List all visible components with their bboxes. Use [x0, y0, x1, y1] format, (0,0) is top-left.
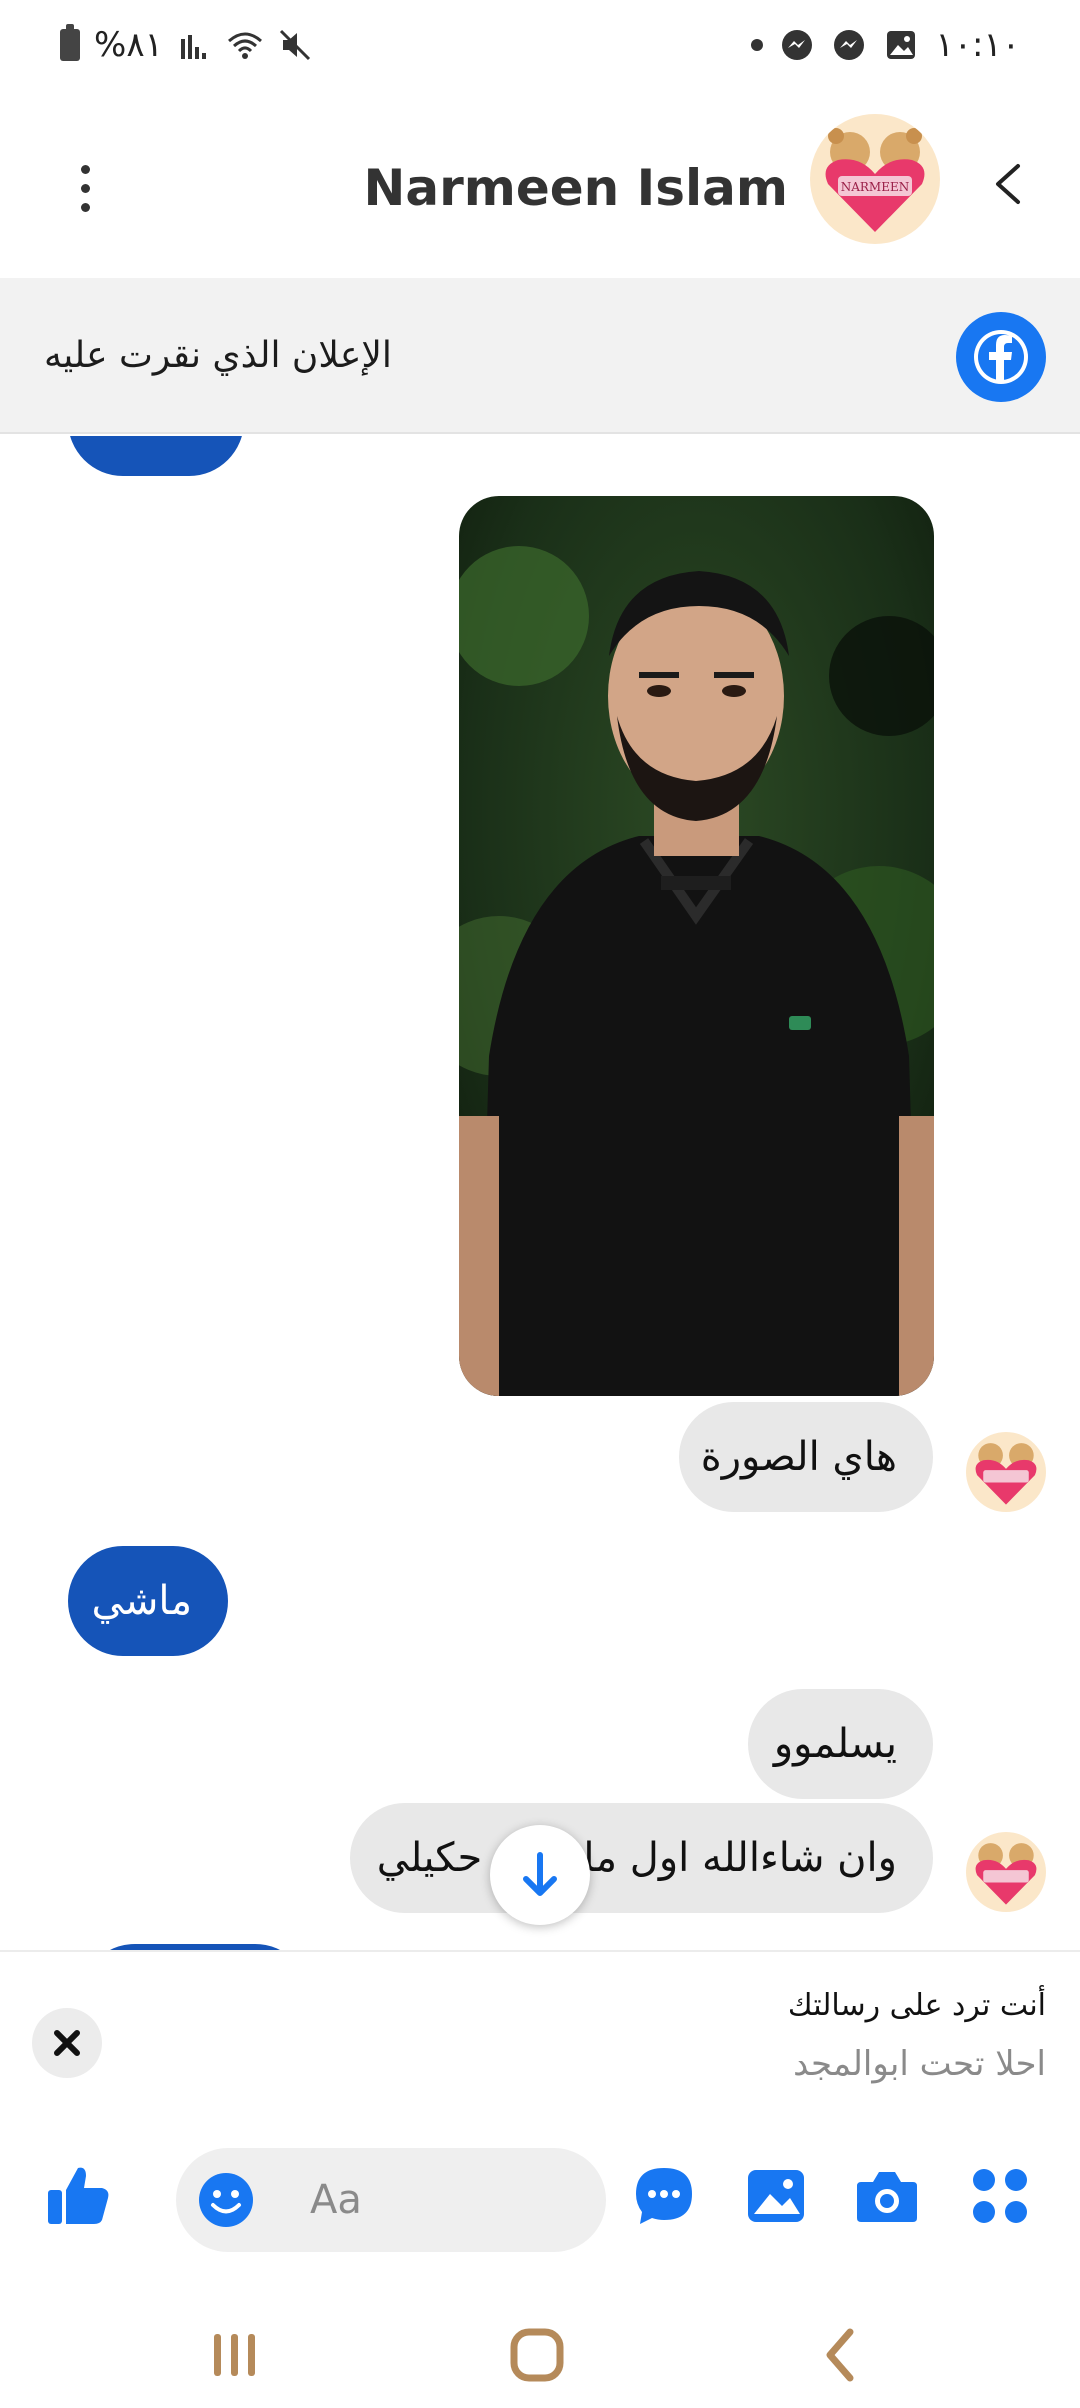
partial-outgoing-bubble	[68, 436, 244, 476]
reply-title: أنت ترد على رسالتك	[787, 1988, 1046, 2023]
back-arrow-icon[interactable]	[980, 144, 1040, 224]
svg-text:NARMEEN: NARMEEN	[841, 180, 910, 194]
messenger-icon	[782, 30, 813, 60]
notification-dot-icon	[751, 39, 764, 51]
more-options-button[interactable]	[60, 152, 110, 224]
outgoing-message-bubble[interactable]: ماشي	[68, 1546, 228, 1656]
contact-avatar-small[interactable]	[966, 1832, 1046, 1912]
recent-apps-icon[interactable]	[200, 2320, 270, 2390]
status-left: %٨١	[60, 22, 313, 68]
reply-quoted-text: احلا تحت ابوالمجد	[793, 2044, 1046, 2084]
contact-avatar[interactable]: NARMEEN	[810, 114, 940, 244]
cancel-reply-button[interactable]	[32, 2008, 102, 2078]
emoji-icon[interactable]	[196, 2170, 256, 2230]
signal-icon	[180, 35, 206, 59]
facebook-icon	[956, 312, 1046, 402]
status-bar: %٨١ ١٠:١٠	[0, 0, 1080, 90]
thumbs-up-icon[interactable]	[42, 2160, 114, 2232]
incoming-message-bubble[interactable]: وان شاءالله اول ما ت... حكيلي	[350, 1803, 933, 1913]
clock: ١٠:١٠	[935, 25, 1020, 65]
gallery-icon	[887, 31, 916, 59]
reply-panel: أنت ترد على رسالتك احلا تحت ابوالمجد	[0, 1950, 1080, 2100]
gallery-icon[interactable]	[740, 2160, 812, 2232]
teddy-heart-avatar-icon: NARMEEN	[825, 128, 925, 232]
teddy-heart-avatar-icon	[975, 1443, 1037, 1505]
teddy-heart-avatar-icon	[975, 1843, 1037, 1905]
contact-avatar-small[interactable]	[966, 1432, 1046, 1512]
menu-dot-icon	[80, 164, 90, 174]
message-composer: Aa	[0, 2100, 1080, 2300]
battery-percent: %٨١	[94, 25, 163, 65]
back-icon[interactable]	[806, 2320, 876, 2390]
messenger-icon	[834, 30, 865, 60]
contact-name[interactable]: Narmeen Islam	[363, 148, 788, 228]
chat-header: Narmeen Islam NARMEEN	[0, 100, 1080, 276]
system-navigation-bar	[0, 2300, 1080, 2408]
chat-bubble-icon[interactable]	[628, 2160, 700, 2232]
message-input[interactable]: Aa	[176, 2148, 606, 2252]
incoming-message-bubble[interactable]: هاي الصورة	[679, 1402, 933, 1512]
portrait-photo	[459, 496, 934, 1396]
camera-icon[interactable]	[851, 2160, 923, 2232]
wifi-icon	[227, 32, 262, 59]
close-icon	[54, 2030, 80, 2056]
incoming-message-bubble[interactable]: يسلموو	[748, 1689, 933, 1799]
message-list[interactable]: هاي الصورة ماشي يسلموو وان شاءالله اول م…	[0, 436, 1080, 1950]
ad-banner-text: الإعلان الذي نقرت عليه	[44, 335, 392, 376]
mute-icon	[279, 29, 310, 61]
status-right: ١٠:١٠	[751, 22, 1020, 68]
more-apps-icon[interactable]	[964, 2160, 1036, 2232]
arrow-down-icon	[523, 1852, 557, 1896]
menu-dot-icon	[80, 183, 90, 193]
ad-banner[interactable]: الإعلان الذي نقرت عليه	[0, 278, 1080, 434]
menu-dot-icon	[80, 202, 90, 212]
home-icon[interactable]	[502, 2320, 572, 2390]
message-input-placeholder: Aa	[310, 2177, 362, 2223]
photo-message[interactable]	[459, 496, 934, 1396]
battery-icon	[60, 24, 80, 61]
scroll-to-bottom-button[interactable]	[490, 1825, 590, 1925]
